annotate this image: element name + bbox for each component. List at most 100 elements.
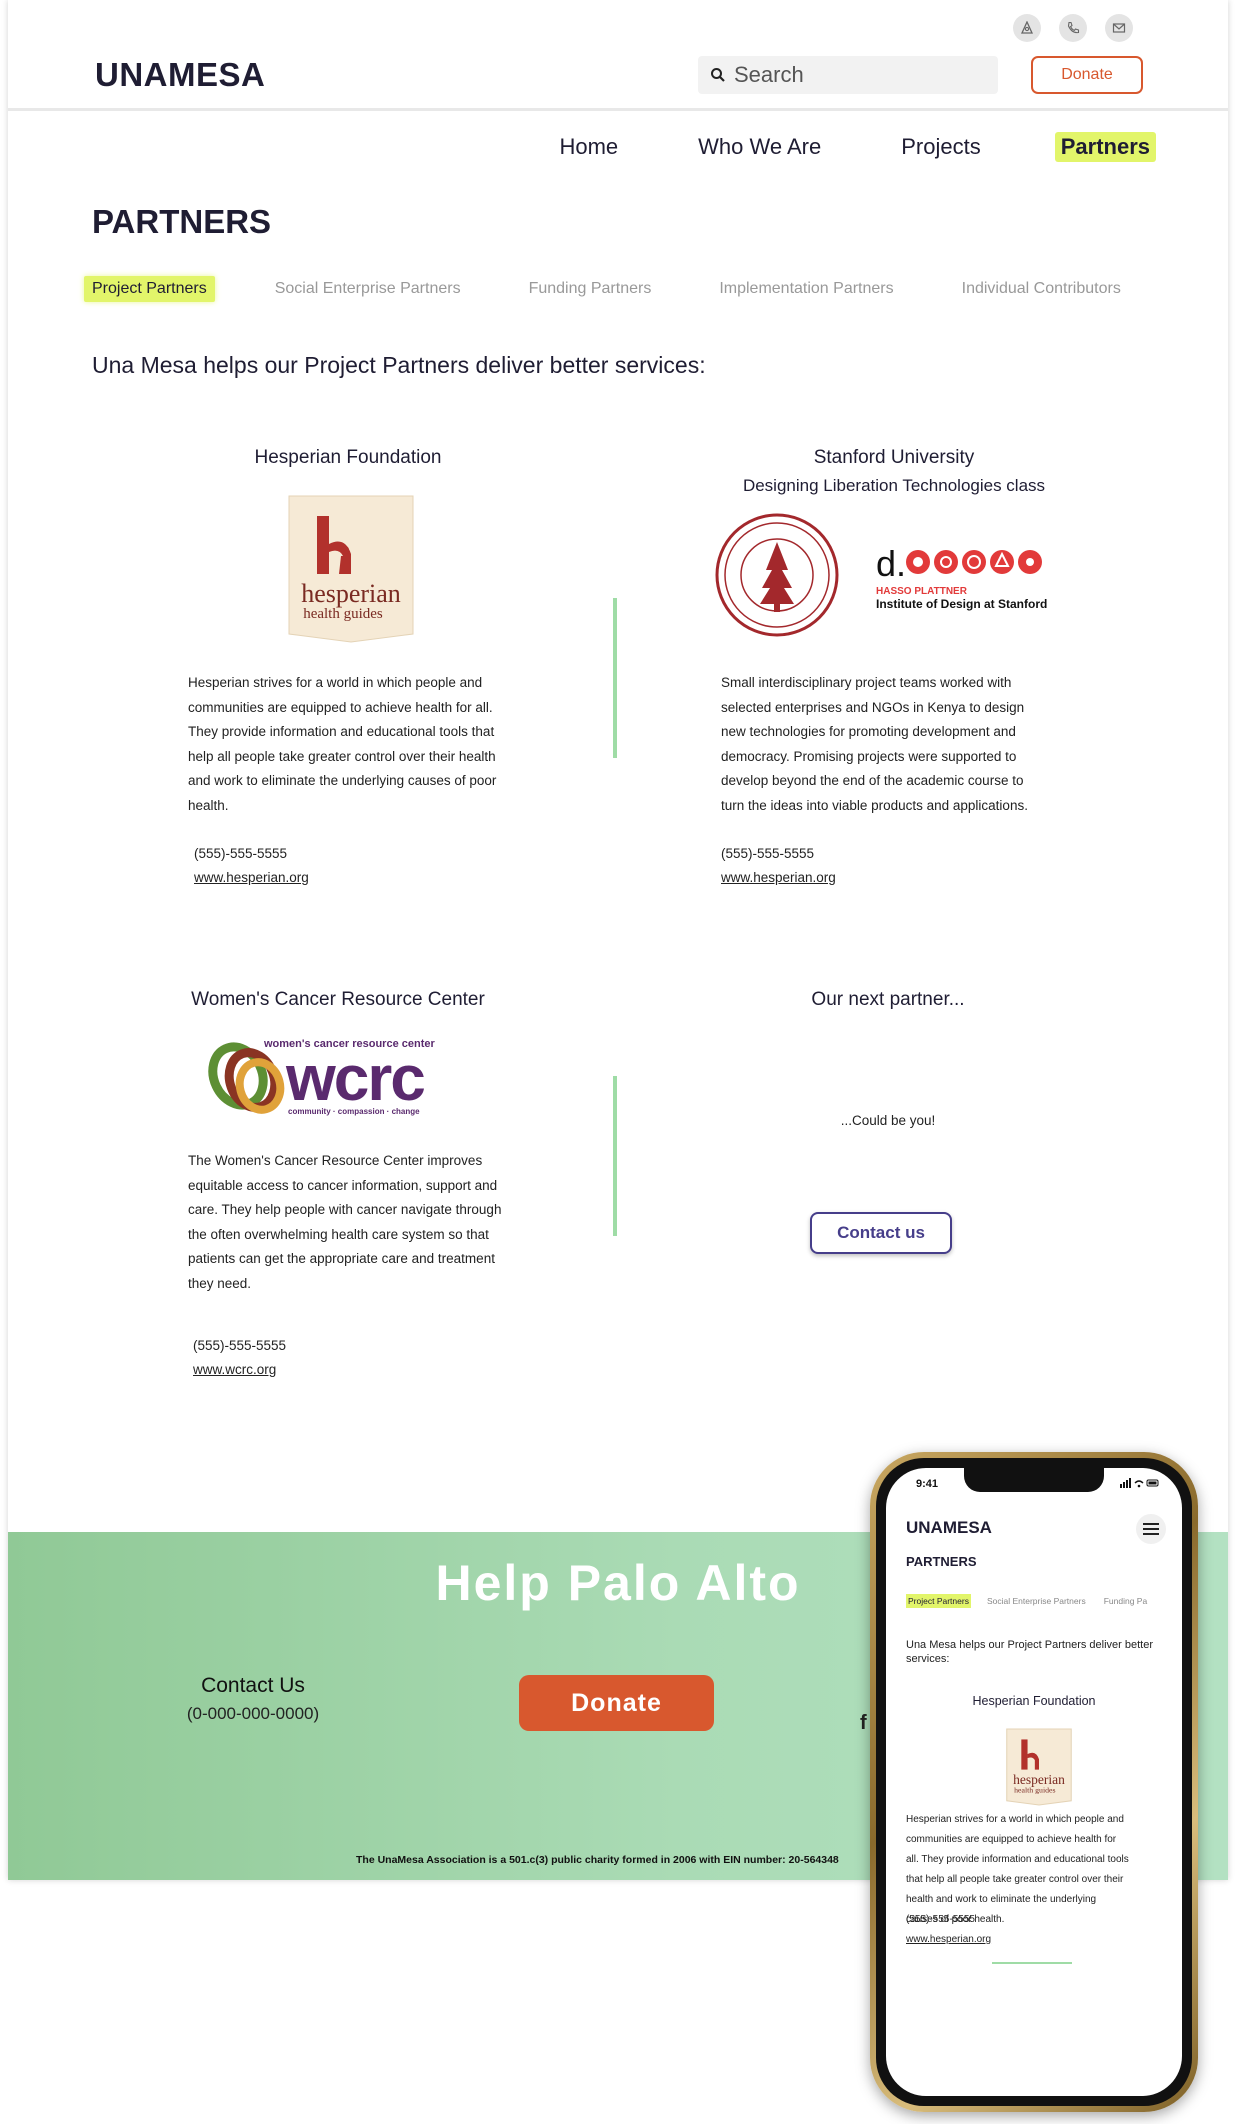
signal-icon: [1120, 1478, 1159, 1488]
nav-home[interactable]: Home: [553, 132, 624, 162]
search-box[interactable]: [698, 56, 998, 94]
tab-individual-contributors[interactable]: Individual Contributors: [954, 276, 1129, 302]
next-partner-text: ...Could be you!: [840, 1113, 936, 1128]
desc-line: communities are equipped to achieve heal…: [906, 1834, 1117, 1845]
tab-funding-partners[interactable]: Funding Partners: [521, 276, 660, 302]
mobile-tab-social-enterprise[interactable]: Social Enterprise Partners: [985, 1594, 1088, 1608]
hesperian-logo-word: hesperian: [301, 579, 401, 608]
dschool-logo[interactable]: d. HASSO PLATTNER Institute of Design at…: [874, 540, 1084, 620]
card-divider: [613, 598, 617, 758]
nav-who-we-are[interactable]: Who We Are: [692, 132, 827, 162]
partner-title-wcrc: Women's Cancer Resource Center: [191, 989, 485, 1010]
footer-contact-phone[interactable]: (0-000-000-0000): [183, 1704, 323, 1724]
nav-partners[interactable]: Partners: [1054, 132, 1156, 162]
phone-notch: [964, 1468, 1104, 1492]
hesperian-logo-sub: health guides: [303, 606, 383, 622]
partner-subtitle-stanford: Designing Liberation Technologies class: [742, 476, 1046, 495]
desc-line: Small interdisciplinary project teams wo…: [721, 675, 1012, 690]
mail-icon[interactable]: [1105, 14, 1133, 42]
partner-link-wcrc[interactable]: www.wcrc.org: [193, 1362, 276, 1377]
partner-phone-wcrc: (555)-555-5555: [193, 1338, 287, 1353]
next-partner-title: Our next partner...: [811, 989, 965, 1010]
partner-title-hesperian: Hesperian Foundation: [254, 447, 442, 468]
contact-us-button[interactable]: Contact us: [810, 1212, 952, 1254]
mobile-status-icons: [1120, 1478, 1160, 1491]
mobile-status-time: 9:41: [916, 1478, 939, 1490]
desc-line: health and work to eliminate the underly…: [906, 1894, 1097, 1905]
desc-line: Hesperian strives for a world in which p…: [906, 1814, 1124, 1825]
brand-logo[interactable]: UNAMESA: [95, 56, 265, 94]
desc-line: and work to eliminate the underlying cau…: [188, 773, 497, 788]
mobile-subtabs: Project Partners Social Enterprise Partn…: [906, 1594, 1163, 1608]
mobile-divider: [992, 1962, 1072, 1964]
hesperian-logo[interactable]: hesperian health guides: [285, 494, 417, 644]
search-icon: [711, 68, 725, 82]
dschool-hasso: HASSO PLATTNER: [876, 586, 968, 597]
mobile-mockup: 9:41 UNAMESA PARTNERS Project Partners S…: [870, 1452, 1198, 2112]
partner-title-stanford: Stanford University: [813, 447, 975, 468]
phone-bezel: 9:41 UNAMESA PARTNERS Project Partners S…: [876, 1458, 1192, 2106]
tab-implementation-partners[interactable]: Implementation Partners: [711, 276, 901, 302]
mobile-tab-project-partners[interactable]: Project Partners: [906, 1594, 971, 1608]
page-title: PARTNERS: [92, 203, 272, 240]
mobile-phone: (555)-555-5555: [906, 1914, 975, 1925]
mobile-screen: 9:41 UNAMESA PARTNERS Project Partners S…: [886, 1468, 1182, 2096]
mobile-link[interactable]: www.hesperian.org: [906, 1934, 991, 1945]
donate-button-header[interactable]: Donate: [1031, 56, 1143, 94]
partner-desc-stanford: Small interdisciplinary project teams wo…: [721, 671, 1081, 818]
phone-icon[interactable]: [1059, 14, 1087, 42]
partner-link-stanford[interactable]: www.hesperian.org: [721, 870, 836, 885]
desc-line: The Women's Cancer Resource Center impro…: [188, 1153, 483, 1168]
hamburger-menu-icon[interactable]: [1136, 1514, 1166, 1544]
ambulance-icon[interactable]: [1013, 14, 1041, 42]
wcrc-logo[interactable]: women's cancer resource center wcrc comm…: [204, 1036, 498, 1120]
mobile-card-title: Hesperian Foundation: [972, 1694, 1096, 1708]
intro-text: Una Mesa helps our Project Partners deli…: [92, 352, 706, 378]
partner-phone-hesperian: (555)-555-5555: [194, 846, 288, 861]
partner-desc-wcrc: The Women's Cancer Resource Center impro…: [188, 1149, 538, 1296]
footer-contact-heading: Contact Us: [201, 1674, 305, 1697]
mobile-logo-sub: health guides: [1014, 1785, 1055, 1794]
desc-line: help all people take greater control ove…: [188, 748, 496, 764]
search-input[interactable]: [734, 62, 974, 88]
desc-line: selected enterprises and NGOs in Kenya t…: [721, 699, 1025, 715]
mobile-intro: Una Mesa helps our Project Partners deli…: [906, 1639, 1154, 1665]
mobile-desc: Hesperian strives for a world in which p…: [906, 1810, 1178, 1930]
mobile-page-title: PARTNERS: [906, 1554, 977, 1569]
desc-line: they need.: [188, 1275, 252, 1291]
desc-line: new technologies for promoting developme…: [721, 724, 1016, 739]
desc-line: the often overwhelming health care syste…: [188, 1226, 489, 1242]
main-nav: Home Who We Are Projects Partners: [553, 132, 1156, 162]
top-icon-bar: [1013, 14, 1133, 42]
tab-social-enterprise-partners[interactable]: Social Enterprise Partners: [267, 276, 469, 302]
desc-line: They provide information and educational…: [188, 724, 495, 739]
dschool-institute: Institute of Design at Stanford: [876, 597, 1047, 611]
desc-line: democracy. Promising projects were suppo…: [721, 748, 1017, 764]
partner-subtabs: Project Partners Social Enterprise Partn…: [84, 276, 1181, 302]
stanford-seal-logo[interactable]: [714, 512, 840, 638]
footer-legal: The UnaMesa Association is a 501.c(3) pu…: [356, 1854, 839, 1866]
desc-line: health.: [188, 797, 229, 813]
mobile-brand[interactable]: UNAMESA: [906, 1518, 992, 1538]
partner-link-hesperian[interactable]: www.hesperian.org: [194, 870, 309, 885]
desc-line: turn the ideas into viable products and …: [721, 797, 1028, 813]
facebook-icon[interactable]: f: [860, 1712, 867, 1735]
card-divider: [613, 1076, 617, 1236]
mobile-hesperian-logo[interactable]: hesperian health guides: [1004, 1728, 1074, 1806]
partner-desc-hesperian: Hesperian strives for a world in which p…: [188, 671, 528, 818]
donate-button-footer[interactable]: Donate: [519, 1675, 714, 1731]
desc-line: patients can get the appropriate care an…: [188, 1251, 495, 1266]
nav-projects[interactable]: Projects: [895, 132, 986, 162]
dschool-d: d.: [876, 543, 906, 584]
desc-line: equitable access to cancer information, …: [188, 1177, 498, 1193]
partner-phone-stanford: (555)-555-5555: [721, 846, 815, 861]
mobile-tab-funding[interactable]: Funding Pa: [1102, 1594, 1149, 1608]
desc-line: communities are equipped to achieve heal…: [188, 699, 493, 715]
wcrc-logo-tagline: community · compassion · change: [288, 1107, 420, 1116]
mobile-logo-word: hesperian: [1013, 1772, 1065, 1787]
tab-project-partners[interactable]: Project Partners: [84, 276, 215, 302]
desc-line: that help all people take greater contro…: [906, 1874, 1124, 1885]
wcrc-logo-word: wcrc: [285, 1042, 424, 1114]
desc-line: all. They provide information and educat…: [906, 1854, 1129, 1865]
desc-line: develop beyond the end of the academic c…: [721, 773, 1024, 788]
